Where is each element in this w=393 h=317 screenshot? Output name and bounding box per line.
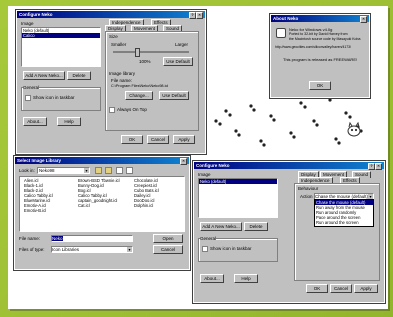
use-default-button-2[interactable]: Use Default <box>159 91 189 100</box>
size-label: Size <box>109 34 118 39</box>
freeware-note: This program is released as FREEWARE! <box>283 57 358 62</box>
dialog-title: About Neko <box>273 16 299 21</box>
checkbox-icon[interactable] <box>109 107 115 113</box>
about-url[interactable]: http://www.geocities.com/siliconvalley/h… <box>275 45 351 49</box>
size-slider[interactable] <box>113 51 189 53</box>
neko-logo-icon <box>276 28 286 38</box>
dropdown-option[interactable]: Run around the screen <box>315 220 373 225</box>
behaviour-label: Behaviour <box>298 186 319 191</box>
help-icon[interactable]: ? <box>189 12 196 19</box>
checkbox-icon[interactable] <box>202 246 208 252</box>
file-list[interactable]: Alien.icl Black-1.icl Black-2.icl Calico… <box>19 176 185 232</box>
about-dialog: About Neko × Neko for Windows v4.0g Port… <box>269 13 371 99</box>
general-label: General <box>23 85 40 90</box>
title-bar: Configure Neko ? × <box>194 162 384 170</box>
slider-thumb[interactable] <box>135 48 140 57</box>
details-view-icon[interactable] <box>126 167 134 174</box>
new-folder-icon[interactable] <box>105 167 113 174</box>
add-neko-button[interactable]: Add A New Neko... <box>200 222 242 231</box>
title-bar: Configure Neko ? × <box>17 11 205 19</box>
help-button[interactable]: Help <box>57 117 81 126</box>
list-item[interactable]: Cat.icl <box>77 203 120 208</box>
file-column: Chocolate.icl Creepiest.icl Cubo Bats.ic… <box>132 178 159 208</box>
configure-neko-window: Configure Neko ? × Image Neko (default) … <box>15 9 207 155</box>
image-list[interactable]: Neko (default) <box>198 178 278 218</box>
toolbar-icons <box>95 167 134 176</box>
file-column: Brown-BSD Tbwnie.icl Bunny-Dog.icl Bog.i… <box>76 178 120 208</box>
title-bar: About Neko × <box>271 15 369 23</box>
delete-button[interactable]: Delete <box>244 222 268 231</box>
image-label: Image <box>198 172 211 177</box>
ok-button[interactable]: OK <box>306 284 328 293</box>
use-default-button[interactable]: Use Default <box>163 57 193 66</box>
file-name-label: File name: <box>19 236 41 241</box>
list-view-icon[interactable] <box>115 167 123 174</box>
list-item[interactable]: Calico <box>22 33 100 38</box>
file-path: C:\Program Files\Neko\Neko98.icl <box>111 84 169 88</box>
close-icon[interactable]: × <box>180 158 187 165</box>
look-in-dropdown[interactable]: Neko98 ▾ <box>37 167 90 174</box>
close-icon[interactable]: × <box>375 163 382 170</box>
dialog-title: Select Image Library <box>17 158 62 163</box>
checkbox-label: Always On Top <box>117 107 147 113</box>
apply-button[interactable]: Apply <box>173 135 195 144</box>
change-button[interactable]: Change... <box>125 91 153 100</box>
taskbar-checkbox[interactable]: Show icon in taskbar <box>25 95 75 101</box>
smaller-label: Smaller <box>111 42 127 47</box>
files-of-type-dropdown[interactable]: Icon Libraries ▾ <box>51 246 133 253</box>
larger-label: Larger <box>175 42 189 47</box>
screenshot-collage: Configure Neko ? × Image Neko (default) … <box>8 6 388 309</box>
taskbar-checkbox[interactable]: Show icon in taskbar <box>202 246 252 252</box>
cancel-button[interactable]: Cancel <box>330 284 352 293</box>
ok-button[interactable]: OK <box>121 135 143 144</box>
select-image-library-dialog: Select Image Library × Look in: Neko98 ▾ … <box>13 155 191 271</box>
configure-neko-window-2: Configure Neko ? × Image Neko (default) … <box>192 160 386 304</box>
close-icon[interactable]: × <box>196 12 203 19</box>
window-title: Configure Neko <box>196 163 230 168</box>
about-line-2: Ported to 32-bit by David Harvey from <box>289 32 348 36</box>
checkbox-icon[interactable] <box>25 95 31 101</box>
image-list[interactable]: Neko (default) Calico <box>21 27 101 67</box>
image-library-label: Image library <box>109 71 136 76</box>
help-icon[interactable]: ? <box>368 163 375 170</box>
window-title: Configure Neko <box>19 12 53 17</box>
checkbox-label: Show icon in taskbar <box>33 95 75 101</box>
delete-button[interactable]: Delete <box>67 71 91 80</box>
action-label: Action <box>300 194 313 199</box>
list-item[interactable]: Dolphin.icl <box>133 203 159 208</box>
cancel-button[interactable]: Cancel <box>153 245 183 254</box>
ok-button[interactable]: OK <box>309 81 331 90</box>
look-in-label: Look in: <box>19 168 35 173</box>
action-dropdown-list[interactable]: Chase the mouse (default) Run away from … <box>314 199 374 227</box>
open-button[interactable]: Open <box>153 234 183 243</box>
add-neko-button[interactable]: Add A New Neko... <box>23 71 65 80</box>
general-label: General <box>200 236 217 241</box>
cancel-button[interactable]: Cancel <box>147 135 169 144</box>
chevron-down-icon[interactable]: ▾ <box>127 247 132 252</box>
title-bar: Select Image Library × <box>15 157 189 165</box>
checkbox-label: Show icon in taskbar <box>210 246 252 252</box>
size-value: 100% <box>139 59 151 64</box>
help-button[interactable]: Help <box>234 274 258 283</box>
image-label: Image <box>21 21 34 26</box>
file-name-input[interactable]: Neko <box>51 235 133 242</box>
up-folder-icon[interactable] <box>95 167 102 174</box>
about-button[interactable]: About... <box>200 274 224 283</box>
apply-button[interactable]: Apply <box>354 284 378 293</box>
chevron-down-icon[interactable]: ▾ <box>84 168 89 173</box>
about-line-3: the Macintosh source code by Masayuki Ko… <box>289 37 361 41</box>
always-on-top-checkbox[interactable]: Always On Top <box>109 107 147 113</box>
close-icon[interactable]: × <box>360 16 367 23</box>
files-of-type-label: Files of type: <box>19 247 45 252</box>
list-item[interactable]: Neko (default) <box>199 179 277 184</box>
file-column: Alien.icl Black-1.icl Black-2.icl Calico… <box>22 178 53 213</box>
neko-cat-icon <box>347 121 361 137</box>
about-button[interactable]: About... <box>23 117 47 126</box>
file-name-label: File name: <box>111 78 133 83</box>
list-item[interactable]: Emotiv-B.icl <box>23 208 53 213</box>
